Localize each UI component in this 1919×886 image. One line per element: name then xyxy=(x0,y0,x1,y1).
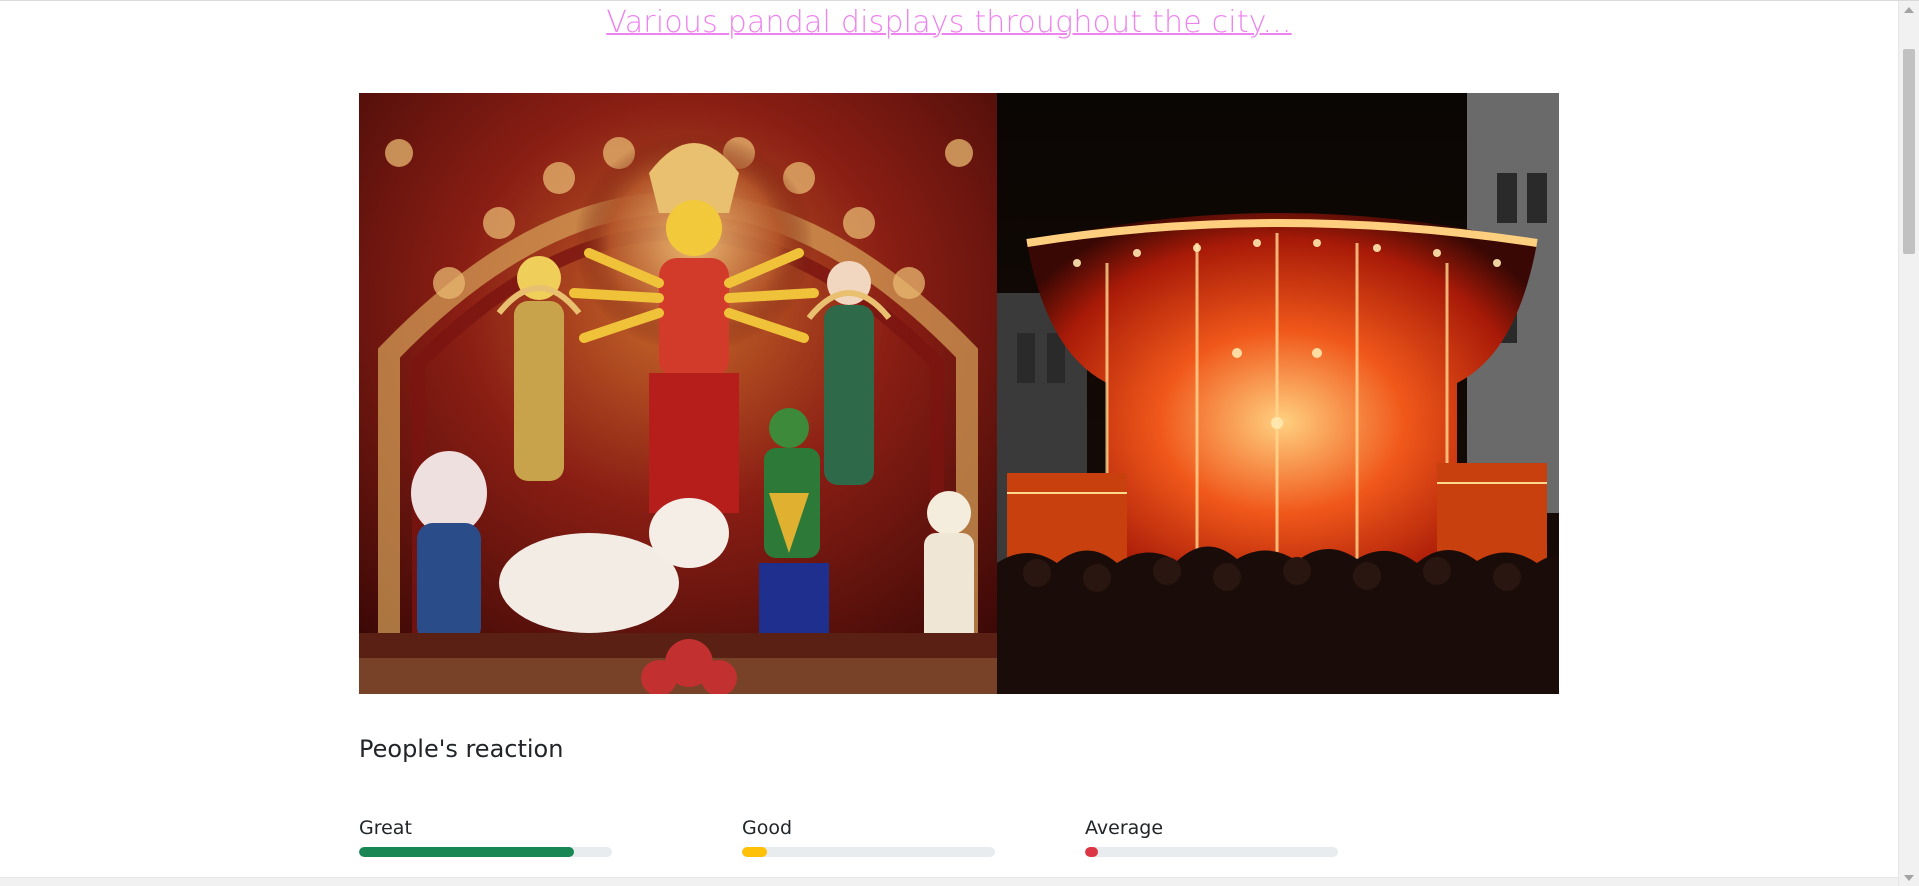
meter-great-label: Great xyxy=(359,817,412,839)
horizontal-scrollbar[interactable] xyxy=(0,877,1898,886)
durga-idol-photo xyxy=(359,93,997,694)
pandal-gallery xyxy=(359,93,1559,694)
illuminated-pandal-image xyxy=(997,93,1559,694)
scroll-up-arrow-icon[interactable] xyxy=(1904,7,1914,13)
meter-average: Average xyxy=(1085,815,1338,857)
meter-great-track xyxy=(359,847,612,857)
scroll-thumb[interactable] xyxy=(1903,49,1915,254)
reaction-heading: People's reaction xyxy=(359,735,564,763)
meter-great: Great xyxy=(359,815,612,857)
meter-average-fill xyxy=(1085,847,1098,857)
meter-good: Good xyxy=(742,815,995,857)
scroll-down-arrow-icon[interactable] xyxy=(1904,875,1914,881)
meter-average-track xyxy=(1085,847,1338,857)
meter-good-track xyxy=(742,847,995,857)
durga-idol-image xyxy=(359,93,997,694)
meter-good-label: Good xyxy=(742,817,793,839)
meter-good-fill xyxy=(742,847,768,857)
vertical-scrollbar[interactable] xyxy=(1898,1,1919,886)
meter-great-fill xyxy=(359,847,575,857)
page: Various pandal displays throughout the c… xyxy=(0,0,1919,886)
meter-average-label: Average xyxy=(1085,817,1164,839)
headline-link[interactable]: Various pandal displays throughout the c… xyxy=(0,5,1898,40)
lit-pandal-photo xyxy=(997,93,1559,694)
